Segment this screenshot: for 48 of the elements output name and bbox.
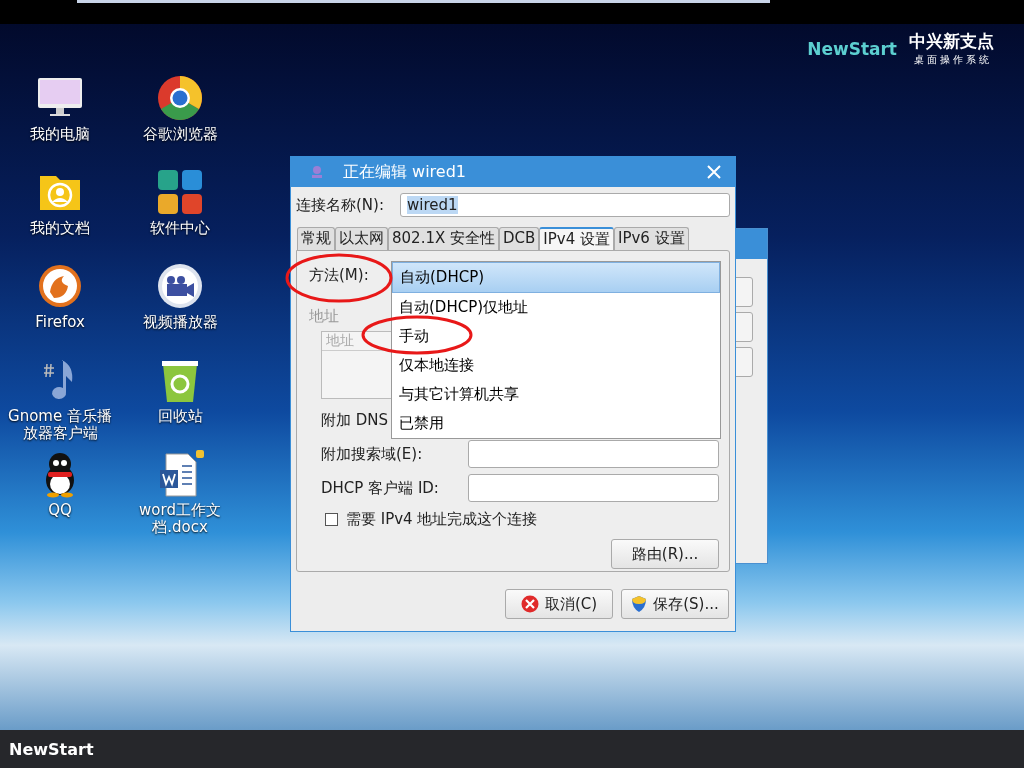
field-label: 方法(M): bbox=[309, 265, 369, 285]
close-icon[interactable] bbox=[707, 165, 721, 179]
field-label: DHCP 客户端 ID: bbox=[321, 478, 439, 498]
tiles-icon[interactable] bbox=[156, 168, 204, 216]
desktop-icon-label[interactable]: 回收站 bbox=[123, 408, 237, 425]
fox-icon[interactable] bbox=[36, 262, 84, 310]
section-label: 地址 bbox=[309, 307, 339, 326]
menu-item[interactable]: 自动(DHCP)仅地址 bbox=[392, 293, 720, 322]
desktop-icon-label[interactable]: Firefox bbox=[3, 314, 117, 331]
connection-name-field[interactable]: wired1 bbox=[400, 193, 730, 217]
brand-logo: NewStart bbox=[807, 38, 897, 59]
error-icon bbox=[520, 595, 539, 613]
checkbox[interactable] bbox=[325, 512, 338, 526]
camera-icon[interactable] bbox=[156, 262, 204, 310]
tab[interactable]: IPv6 设置 bbox=[614, 227, 689, 250]
desktop-icon-label[interactable]: QQ bbox=[3, 502, 117, 519]
menu-item[interactable]: 与其它计算机共享 bbox=[392, 380, 720, 409]
shield-icon bbox=[631, 595, 648, 613]
desktop-icon-label[interactable]: Gnome 音乐播放器客户端 bbox=[3, 408, 117, 442]
field-label: 连接名称(N): bbox=[296, 195, 384, 215]
desktop-icon-label[interactable]: 我的文档 bbox=[3, 220, 117, 237]
field-label: 附加 DNS bbox=[321, 410, 389, 430]
cancel-button[interactable]: 取消(C) bbox=[505, 589, 613, 619]
menu-item[interactable]: 仅本地连接 bbox=[392, 351, 720, 380]
menu-item[interactable]: 手动 bbox=[392, 322, 720, 351]
start-logo[interactable]: NewStart bbox=[9, 739, 94, 759]
browser-icon[interactable] bbox=[156, 74, 204, 122]
tab[interactable]: 以太网 bbox=[335, 227, 388, 250]
tab[interactable]: 802.1X 安全性 bbox=[388, 227, 499, 250]
window-title: 正在编辑 wired1 bbox=[343, 161, 468, 183]
field-label: 附加搜索域(E): bbox=[321, 444, 423, 464]
desktop-icon-label[interactable]: word工作文档.docx bbox=[123, 502, 237, 536]
menu-item[interactable]: 自动(DHCP) bbox=[392, 262, 720, 293]
tab[interactable]: IPv4 设置 bbox=[539, 227, 614, 250]
routes-button[interactable]: 路由(R)... bbox=[611, 539, 719, 569]
tab[interactable]: 常规 bbox=[297, 227, 335, 250]
checkbox-label[interactable]: 需要 IPv4 地址完成这个连接 bbox=[346, 509, 538, 529]
desktop-icon-label[interactable]: 谷歌浏览器 bbox=[123, 126, 237, 143]
brand-subtitle: 桌 面 操 作 系 统 bbox=[913, 53, 990, 67]
tab[interactable]: DCB bbox=[499, 227, 540, 250]
save-button[interactable]: 保存(S)... bbox=[621, 589, 729, 619]
dhcp-client-id-field[interactable] bbox=[468, 474, 719, 502]
desktop-icon-label[interactable]: 软件中心 bbox=[123, 220, 237, 237]
desktop-icon-label[interactable]: 我的电脑 bbox=[3, 126, 117, 143]
desktop-icon-label[interactable]: 视频播放器 bbox=[123, 314, 237, 331]
menu-item[interactable]: 已禁用 bbox=[392, 409, 720, 438]
search-domain-field[interactable] bbox=[468, 440, 719, 468]
brand-title: 中兴新支点 bbox=[909, 30, 994, 53]
